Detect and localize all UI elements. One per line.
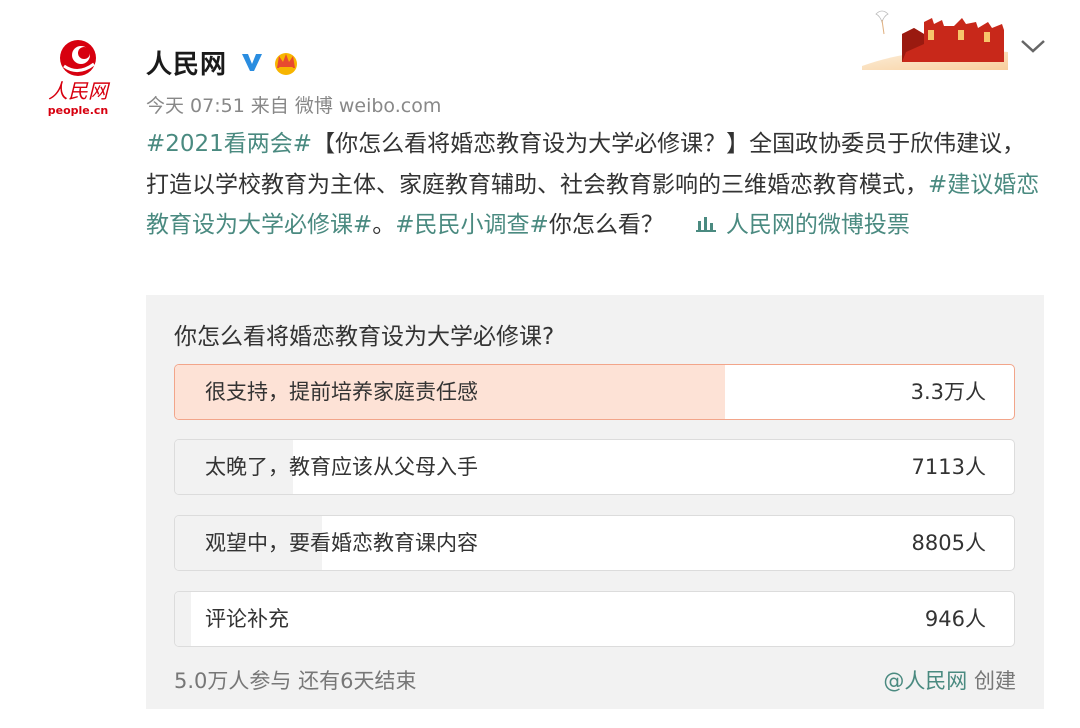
poll-option-bar	[175, 592, 191, 646]
poll-question: 你怎么看将婚恋教育设为大学必修课?	[174, 324, 555, 350]
author-row: 人民网	[146, 42, 301, 82]
author-logo[interactable]: 人民网 people.cn	[40, 36, 116, 120]
poll-creator-link[interactable]: @人民网	[883, 669, 967, 693]
post-body-text: 你怎么看？	[548, 212, 664, 238]
poll-option-too-late[interactable]: 太晚了，教育应该从父母入手 7113人	[174, 439, 1015, 495]
vote-chart-icon	[695, 217, 716, 232]
poll-option-comment[interactable]: 评论补充 946人	[174, 591, 1015, 647]
hashtag-link[interactable]: #2021看两会#	[146, 131, 312, 157]
poll-participants: 5.0万人参与	[174, 669, 292, 693]
from-label: 来自	[250, 95, 289, 117]
poll-creator: @人民网 创建	[883, 665, 1016, 695]
poll-option-label: 评论补充	[205, 607, 289, 631]
poll-created-label: 创建	[974, 669, 1016, 693]
post-source[interactable]: 微博 weibo.com	[295, 95, 442, 117]
vote-link-label: 人民网的微博投票	[725, 212, 910, 238]
poll-option-count: 946人	[924, 607, 986, 631]
poll-option-support[interactable]: 很支持，提前培养家庭责任感 3.3万人	[174, 364, 1015, 420]
poll-option-count: 8805人	[911, 531, 986, 555]
logo-subtext: people.cn	[48, 104, 109, 117]
logo-text: 人民网	[48, 79, 111, 103]
author-name[interactable]: 人民网	[146, 44, 227, 81]
vote-link[interactable]: 人民网的微博投票	[694, 212, 910, 238]
poll-option-count: 7113人	[911, 455, 986, 479]
poll-option-wait-and-see[interactable]: 观望中，要看婚恋教育课内容 8805人	[174, 515, 1015, 571]
great-wall-banner	[862, 10, 1008, 70]
poll-card: 你怎么看将婚恋教育设为大学必修课? 很支持，提前培养家庭责任感 3.3万人 太晚…	[146, 295, 1044, 709]
poll-stats: 5.0万人参与 还有6天结束	[174, 665, 416, 695]
post-time[interactable]: 今天 07:51	[146, 95, 245, 117]
poll-option-label: 观望中，要看婚恋教育课内容	[205, 531, 478, 555]
poll-option-label: 太晚了，教育应该从父母入手	[205, 455, 478, 479]
poll-option-count: 3.3万人	[910, 380, 986, 404]
vip-crown-icon[interactable]	[271, 48, 301, 76]
poll-option-label: 很支持，提前培养家庭责任感	[205, 380, 478, 404]
verified-v-icon[interactable]	[239, 49, 265, 75]
post-meta: 今天 07:51 来自 微博 weibo.com	[146, 91, 441, 118]
poll-remaining: 还有6天结束	[298, 669, 417, 693]
post-body-text: 。	[372, 212, 396, 238]
chevron-down-icon[interactable]	[1018, 34, 1048, 58]
post-text: #2021看两会#【你怎么看将婚恋教育设为大学必修课？】全国政协委员于欣伟建议，…	[146, 124, 1046, 246]
hashtag-link[interactable]: #民民小调查#	[395, 212, 549, 238]
